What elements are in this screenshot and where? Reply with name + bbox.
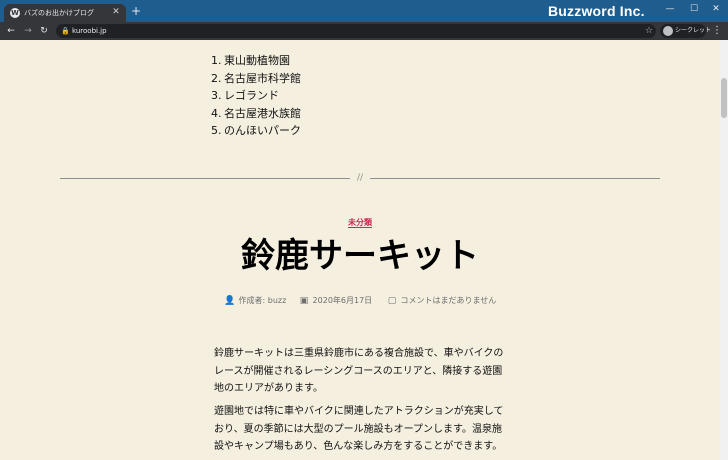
browser-tab[interactable]: W バズのお出かけブログ ✕ [4, 4, 126, 22]
list-item: 5. のんほいパーク [211, 122, 301, 140]
incognito-label: シークレット [675, 27, 712, 34]
comments-text[interactable]: コメントはまだありません [401, 296, 497, 305]
post-paragraph: 遊園地では特に車やバイクに関連したアトラクションが充実しており、夏の季節には大型… [214, 406, 504, 452]
post-separator-left [60, 178, 350, 179]
lock-icon[interactable]: 🔒 [61, 26, 70, 36]
list-item: 4. 名古屋港水族館 [211, 105, 301, 123]
post-separator-mark: // [356, 173, 364, 183]
calendar-icon: ▣ [299, 296, 309, 306]
maximize-icon[interactable]: ☐ [684, 2, 704, 16]
post-date[interactable]: ▣ 2020年6月17日 [298, 294, 372, 308]
list-number: 3. [211, 89, 222, 102]
address-bar[interactable]: 🔒 kuroobi.jp ☆ [56, 24, 656, 38]
spot-list: 1. 東山動植物園 2. 名古屋市科学館 3. レゴランド 4. 名古屋港水族館 5. の… [211, 52, 301, 140]
author-text[interactable]: 作成者: buzz [239, 296, 287, 305]
brand-watermark: Buzzword Inc. [548, 3, 645, 19]
list-text: レゴランド [224, 89, 279, 102]
menu-dots-icon[interactable]: ⋮ [712, 25, 722, 37]
list-text: 名古屋市科学館 [224, 71, 301, 85]
category-label[interactable]: 未分類 [348, 218, 372, 228]
incognito-badge[interactable]: シークレット [660, 24, 711, 38]
list-number: 4. [211, 106, 222, 120]
browser-toolbar: ← → ↻ 🔒 kuroobi.jp ☆ シークレット ⋮ [0, 22, 728, 40]
list-text: 名古屋港水族館 [224, 106, 301, 120]
incognito-icon [663, 26, 673, 36]
scrollbar-thumb[interactable] [721, 78, 727, 118]
date-text[interactable]: 2020年6月17日 [313, 296, 373, 305]
list-text: 東山動植物園 [224, 54, 290, 67]
back-arrow-icon[interactable]: ← [5, 25, 17, 37]
new-tab-button[interactable]: + [130, 5, 142, 17]
person-icon: 👤 [224, 296, 236, 306]
tab-close-icon[interactable]: ✕ [111, 7, 121, 17]
post-paragraph: 鈴鹿サーキットは三重県鈴鹿市にある複合施設で、車やバイクのレースが開催されるレー… [214, 348, 504, 394]
list-number: 5. [211, 124, 222, 137]
tab-title: バズのお出かけブログ [24, 9, 94, 17]
url-text: kuroobi.jp [72, 27, 107, 35]
forward-arrow-icon[interactable]: → [22, 25, 34, 37]
comment-bubble-icon: ▢ [387, 296, 397, 306]
list-item: 1. 東山動植物園 [211, 52, 301, 70]
page-scrollbar[interactable] [720, 40, 728, 460]
list-number: 1. [211, 54, 222, 67]
close-window-icon[interactable]: ✕ [706, 2, 726, 16]
wordpress-favicon-icon: W [10, 8, 20, 18]
post-author[interactable]: 👤 作成者: buzz [224, 294, 286, 308]
minimize-icon[interactable]: — [660, 2, 680, 16]
list-number: 2. [211, 71, 222, 85]
post-title[interactable]: 鈴鹿サーキット [160, 232, 560, 280]
reload-icon[interactable]: ↻ [38, 25, 50, 37]
browser-titlebar: W バズのお出かけブログ ✕ + Buzzword Inc. — ☐ ✕ [0, 0, 728, 22]
list-item: 3. レゴランド [211, 87, 301, 105]
list-item: 2. 名古屋市科学館 [211, 70, 301, 88]
page-viewport: 1. 東山動植物園 2. 名古屋市科学館 3. レゴランド 4. 名古屋港水族館 5. の… [0, 40, 720, 460]
post-separator-right [370, 178, 660, 179]
post-category-link[interactable]: 未分類 [330, 217, 390, 229]
bookmark-star-icon[interactable]: ☆ [644, 25, 654, 37]
list-text: のんほいパーク [224, 124, 301, 137]
post-comments[interactable]: ▢ コメントはまだありません [386, 294, 497, 308]
